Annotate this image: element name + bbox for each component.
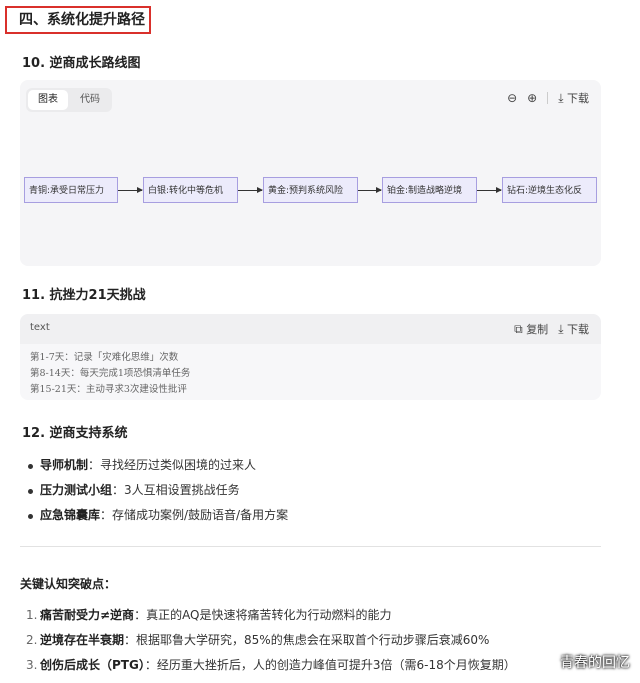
tab-code[interactable]: 代码 (70, 90, 110, 110)
node-platinum: 铂金:制造战略逆境 (382, 177, 477, 203)
item-title: 应急锦囊库 (40, 508, 101, 522)
item-title: 逆境存在半衰期 (40, 633, 125, 647)
item-text: ：寻找经历过类似困境的过来人 (88, 458, 257, 472)
heading-challenge: 11. 抗挫力21天挑战 (22, 288, 146, 303)
insight-list: 1. 痛苦耐受力≠逆商：真正的AQ是快速将痛苦转化为行动燃料的能力 2. 逆境存在半… (26, 603, 516, 678)
code-line: 第15-21天：主动寻求3次建设性批评 (30, 384, 187, 395)
arrow-4 (477, 187, 502, 193)
watermark: 青春的回忆 (560, 655, 630, 671)
heading-support: 12. 逆商支持系统 (22, 426, 128, 441)
view-tabs: 图表 代码 (26, 88, 112, 112)
download-icon: ⤓ (558, 322, 564, 336)
item-number: 2. (26, 633, 38, 647)
copy-label: 复制 (526, 323, 549, 336)
item-title: 痛苦耐受力≠逆商 (40, 608, 135, 622)
list-item: 3. 创伤后成长（PTG）：经历重大挫折后，人的创造力峰值可提升3倍（需6-18个… (26, 653, 516, 678)
list-item: 应急锦囊库：存储成功案例/鼓励语音/备用方案 (28, 503, 288, 528)
arrow-2 (238, 187, 263, 193)
list-item: 1. 痛苦耐受力≠逆商：真正的AQ是快速将痛苦转化为行动燃料的能力 (26, 603, 516, 628)
code-download-button[interactable]: ⤓ 下载 (558, 321, 589, 337)
arrow-3 (358, 187, 382, 193)
download-icon: ⤓ (558, 91, 564, 105)
item-text: ：3人互相设置挑战任务 (112, 483, 240, 497)
diagram-panel: 图表 代码 ⊖ ⊕ ⤓ 下载 青铜:承受日常压力 白银:转化中等危机 黄金:预判… (20, 80, 601, 266)
toolbar-divider (547, 92, 549, 104)
list-item: 2. 逆境存在半衰期：根据耶鲁大学研究，85%的焦虑会在采取首个行动步骤后衰减60… (26, 628, 516, 653)
copy-button[interactable]: ⧉ 复制 (514, 321, 548, 337)
item-title: 导师机制 (40, 458, 89, 472)
diagram-toolbar: ⊖ ⊕ ⤓ 下载 (507, 90, 589, 106)
copy-icon: ⧉ (514, 322, 523, 336)
zoom-in-icon[interactable]: ⊕ (527, 91, 537, 105)
code-line: 第1-7天：记录「灾难化思维」次数 (30, 352, 179, 363)
code-toolbar: ⧉ 复制 ⤓ 下载 (514, 321, 589, 337)
code-line: 第8-14天：每天完成1项恐惧清单任务 (30, 368, 191, 379)
item-text: ：经历重大挫折后，人的创造力峰值可提升3倍（需6-18个月恢复期） (144, 658, 516, 672)
zoom-out-icon[interactable]: ⊖ (507, 91, 517, 105)
item-number: 3. (26, 658, 38, 672)
code-header: text ⧉ 复制 ⤓ 下载 (20, 314, 601, 344)
list-item: 导师机制：寻找经历过类似困境的过来人 (28, 453, 288, 478)
item-number: 1. (26, 608, 38, 622)
item-text: ：存储成功案例/鼓励语音/备用方案 (100, 508, 289, 522)
heading-roadmap: 10. 逆商成长路线图 (22, 56, 141, 71)
item-text: ：真正的AQ是快速将痛苦转化为行动燃料的能力 (134, 608, 392, 622)
section-title: 四、系统化提升路径 (5, 6, 151, 34)
node-gold: 黄金:预判系统风险 (263, 177, 358, 203)
node-diamond: 钻石:逆境生态化反 (502, 177, 597, 203)
heading-insights: 关键认知突破点： (20, 577, 117, 591)
list-item: 压力测试小组：3人互相设置挑战任务 (28, 478, 288, 503)
item-text: ：根据耶鲁大学研究，85%的焦虑会在采取首个行动步骤后衰减60% (124, 633, 490, 647)
code-block: 第1-7天：记录「灾难化思维」次数 第8-14天：每天完成1项恐惧清单任务 第1… (20, 344, 601, 400)
item-title: 创伤后成长（PTG） (40, 658, 145, 672)
node-bronze: 青铜:承受日常压力 (24, 177, 118, 203)
item-title: 压力测试小组 (40, 483, 113, 497)
support-list: 导师机制：寻找经历过类似困境的过来人 压力测试小组：3人互相设置挑战任务 应急锦… (28, 453, 288, 528)
download-button[interactable]: ⤓ 下载 (558, 90, 589, 106)
code-lang-label: text (30, 322, 50, 333)
arrow-1 (118, 187, 143, 193)
code-download-label: 下载 (567, 323, 589, 336)
node-silver: 白银:转化中等危机 (143, 177, 238, 203)
divider (20, 546, 601, 547)
download-label: 下载 (567, 92, 589, 105)
tab-chart[interactable]: 图表 (28, 90, 68, 110)
